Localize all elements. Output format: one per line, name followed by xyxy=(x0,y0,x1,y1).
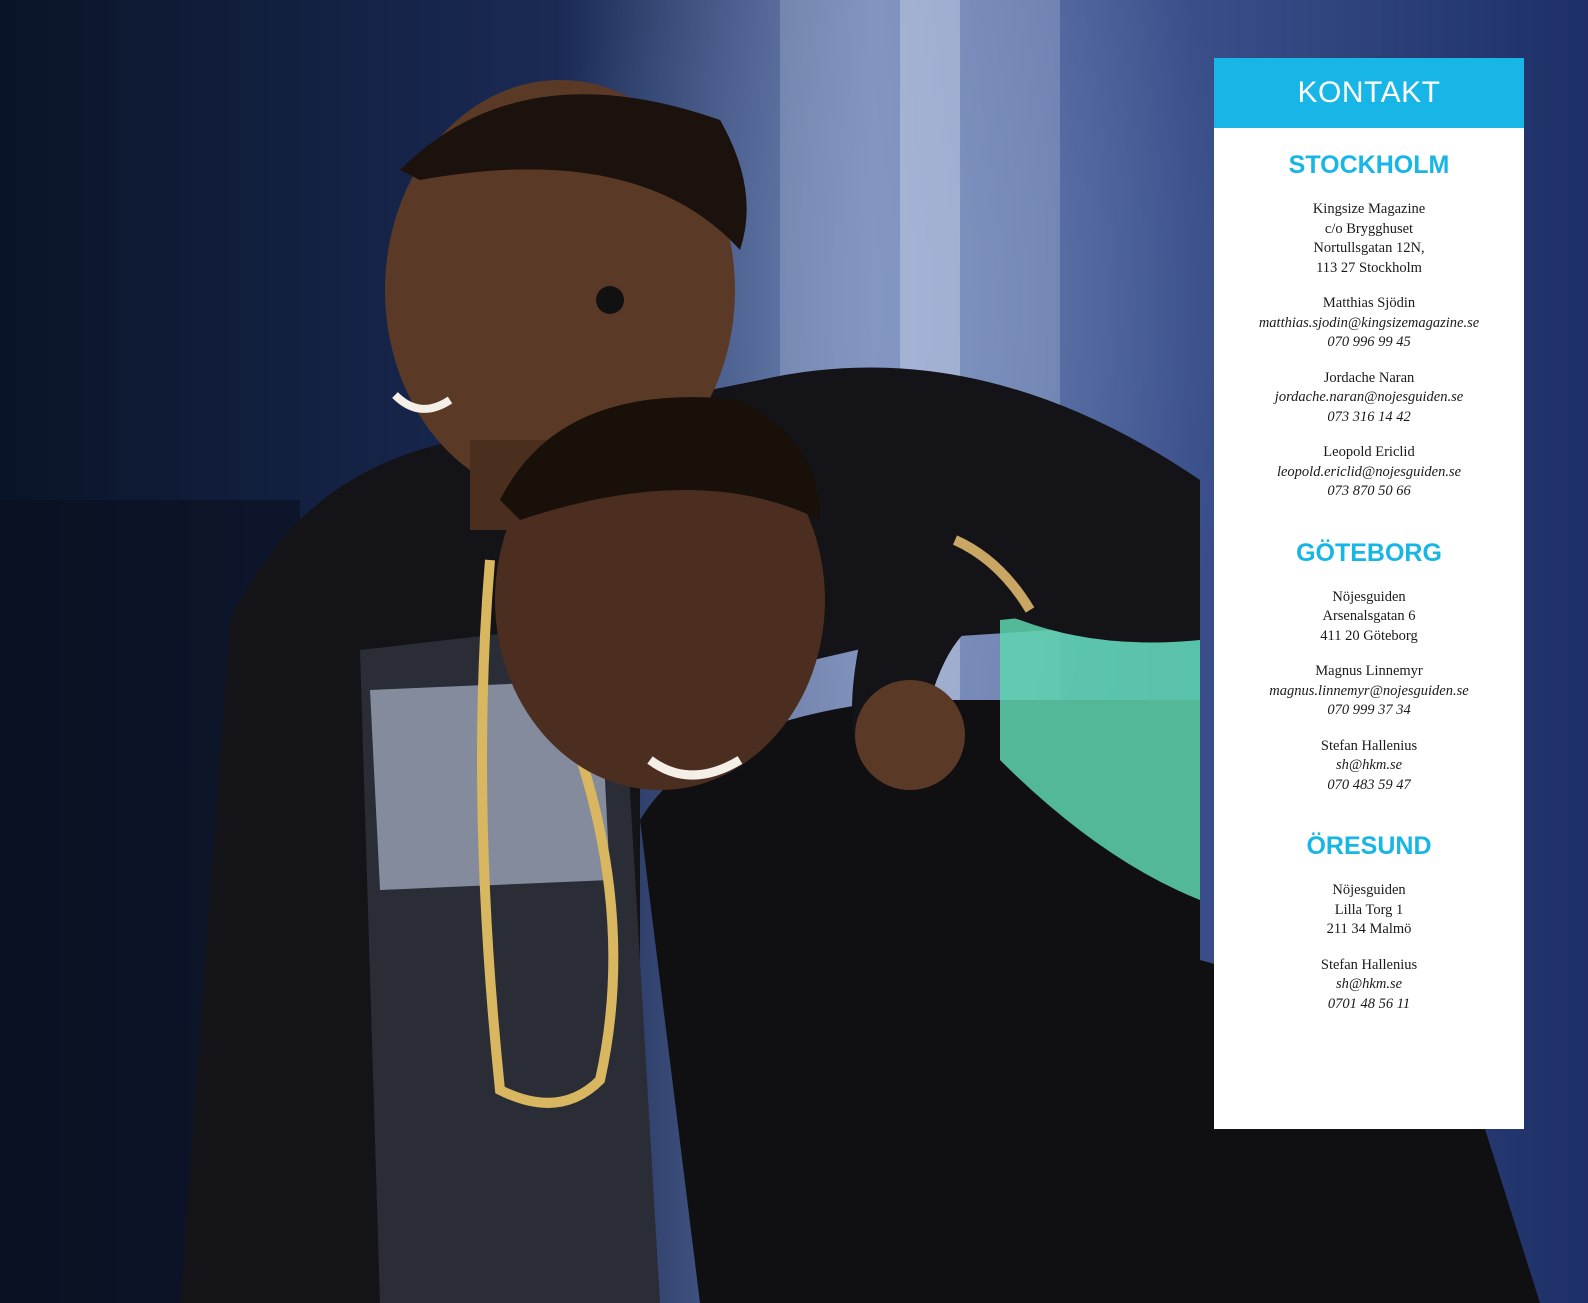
contact-email[interactable]: sh@hkm.se xyxy=(1214,975,1524,995)
contact-block: Magnus Linnemyr magnus.linnemyr@nojesgui… xyxy=(1214,662,1524,721)
contact-name: Leopold Ericlid xyxy=(1323,444,1415,460)
address-line: Kingsize Magazine xyxy=(1312,201,1426,217)
section-title: STOCKHOLM xyxy=(1288,151,1450,179)
contact-phone: 0701 48 56 11 xyxy=(1327,995,1411,1012)
contact-email[interactable]: matthias.sjodin@kingsizemagazine.se xyxy=(1214,314,1524,334)
address-line: Nöjesguiden xyxy=(1332,882,1406,898)
contact-name: Matthias Sjödin xyxy=(1322,295,1416,311)
address-line: Arsenalsgatan 6 xyxy=(1322,608,1416,624)
contact-email[interactable]: sh@hkm.se xyxy=(1214,756,1524,776)
section-oresund: ÖRESUND Nöjesguiden Lilla Torg 1 211 34 … xyxy=(1214,795,1524,1014)
contact-block: Stefan Hallenius sh@hkm.se 0701 48 56 11 xyxy=(1214,956,1524,1015)
section-title: GÖTEBORG xyxy=(1296,538,1442,567)
contact-email[interactable]: magnus.linnemyr@nojesguiden.se xyxy=(1214,682,1524,702)
address-block: Nöjesguiden Arsenalsgatan 6 411 20 Göteb… xyxy=(1214,588,1524,647)
contact-panel: KONTAKT STOCKHOLM Kingsize Magazine c/o … xyxy=(1214,58,1524,1129)
contact-email[interactable]: leopold.ericlid@nojesguiden.se xyxy=(1214,463,1524,483)
contact-phone: 070 483 59 47 xyxy=(1327,776,1411,793)
contact-title: KONTAKT xyxy=(1297,76,1441,109)
section-title: ÖRESUND xyxy=(1306,832,1432,860)
contact-block: Matthias Sjödin matthias.sjodin@kingsize… xyxy=(1214,294,1524,353)
contact-name: Stefan Hallenius xyxy=(1320,737,1418,754)
address-line: 113 27 Stockholm xyxy=(1316,259,1422,276)
contact-name: Jordache Naran xyxy=(1323,369,1415,386)
contact-phone: 073 870 50 66 xyxy=(1327,483,1411,499)
address-line: Lilla Torg 1 xyxy=(1334,901,1404,918)
contact-phone: 070 999 37 34 xyxy=(1327,702,1411,718)
address-line: Nortullsgatan 12N, xyxy=(1313,240,1425,256)
contact-phone: 073 316 14 42 xyxy=(1327,408,1411,425)
contact-header: KONTAKT xyxy=(1214,58,1524,128)
address-block: Nöjesguiden Lilla Torg 1 211 34 Malmö xyxy=(1214,881,1524,940)
address-line: Nöjesguiden xyxy=(1332,588,1406,605)
contact-name: Magnus Linnemyr xyxy=(1315,663,1423,679)
address-line: c/o Brygghuset xyxy=(1324,220,1414,237)
address-line: 211 34 Malmö xyxy=(1326,921,1412,937)
address-block: Kingsize Magazine c/o Brygghuset Nortull… xyxy=(1214,200,1524,278)
contact-name: Stefan Hallenius xyxy=(1320,956,1418,973)
contact-phone: 070 996 99 45 xyxy=(1327,334,1411,350)
contact-block: Leopold Ericlid leopold.ericlid@nojesgui… xyxy=(1214,443,1524,502)
contact-block: Jordache Naran jordache.naran@nojesguide… xyxy=(1214,369,1524,428)
section-stockholm: STOCKHOLM Kingsize Magazine c/o Brygghus… xyxy=(1214,128,1524,502)
contact-email[interactable]: jordache.naran@nojesguiden.se xyxy=(1214,388,1524,408)
section-goteborg: GÖTEBORG Nöjesguiden Arsenalsgatan 6 411… xyxy=(1214,502,1524,796)
address-line: 411 20 Göteborg xyxy=(1320,627,1418,644)
contact-block: Stefan Hallenius sh@hkm.se 070 483 59 47 xyxy=(1214,737,1524,796)
